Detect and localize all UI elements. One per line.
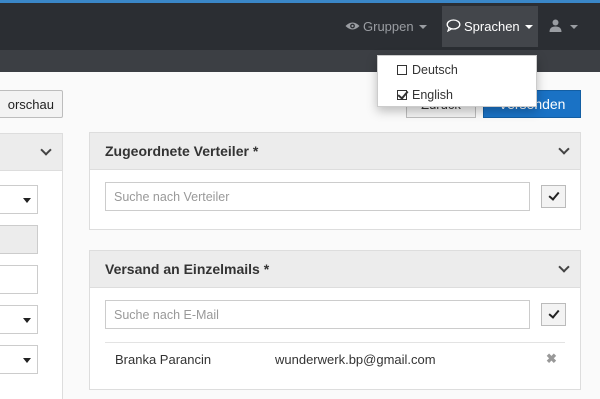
unchecked-box-icon — [397, 64, 407, 75]
checked-box-icon — [397, 89, 407, 100]
left-form-panel — [0, 133, 63, 399]
left-select-3[interactable] — [0, 345, 38, 374]
chevron-down-icon — [23, 318, 31, 323]
chevron-down-icon — [418, 24, 427, 29]
verteiler-panel: Zugeordnete Verteiler * — [89, 132, 581, 230]
verteiler-panel-title: Zugeordnete Verteiler * — [105, 143, 259, 159]
recipient-row: Branka Parancin wunderwerk.bp@gmail.com … — [105, 342, 565, 375]
einzelmails-panel-header[interactable]: Versand an Einzelmails * — [90, 251, 580, 288]
nav-gruppen-label: Gruppen — [363, 19, 414, 34]
remove-icon[interactable]: ✖ — [546, 351, 557, 367]
chevron-down-icon — [40, 144, 52, 156]
language-option-label: Deutsch — [412, 62, 458, 77]
left-select-1[interactable] — [0, 185, 38, 214]
chevron-down-icon — [23, 198, 31, 203]
language-dropdown-menu: Deutsch English — [377, 55, 537, 107]
email-confirm-button[interactable] — [541, 303, 566, 326]
left-panel-header[interactable] — [0, 134, 62, 171]
chevron-down-icon[interactable] — [558, 261, 570, 273]
recipient-name: Branka Parancin — [115, 351, 212, 367]
verteiler-confirm-button[interactable] — [541, 185, 566, 208]
speech-bubble-icon — [446, 18, 461, 35]
email-search-input[interactable] — [105, 300, 530, 329]
chevron-down-icon — [23, 358, 31, 363]
nav-user-menu[interactable] — [543, 6, 583, 47]
left-select-2[interactable] — [0, 305, 38, 334]
language-option-deutsch[interactable]: Deutsch — [378, 57, 536, 82]
language-option-label: English — [412, 87, 453, 102]
recipient-email: wunderwerk.bp@gmail.com — [275, 351, 436, 367]
chevron-down-icon[interactable] — [558, 143, 570, 155]
verteiler-search-input[interactable] — [105, 182, 530, 211]
chevron-down-icon — [570, 24, 578, 29]
chevron-down-icon — [524, 24, 533, 29]
language-option-english[interactable]: English — [378, 82, 536, 107]
nav-sprachen[interactable]: Sprachen — [442, 6, 538, 47]
left-readonly-field — [0, 225, 38, 254]
nav-sprachen-label: Sprachen — [464, 19, 520, 34]
left-text-field[interactable] — [0, 265, 38, 294]
einzelmails-panel-title: Versand an Einzelmails * — [105, 261, 270, 277]
user-icon — [549, 19, 562, 35]
vorschau-button[interactable]: orschau — [0, 90, 63, 118]
nav-gruppen[interactable]: Gruppen — [337, 6, 437, 47]
verteiler-panel-header[interactable]: Zugeordnete Verteiler * — [90, 133, 580, 170]
einzelmails-panel: Versand an Einzelmails * Branka Parancin… — [89, 250, 581, 390]
eye-icon — [345, 19, 360, 34]
